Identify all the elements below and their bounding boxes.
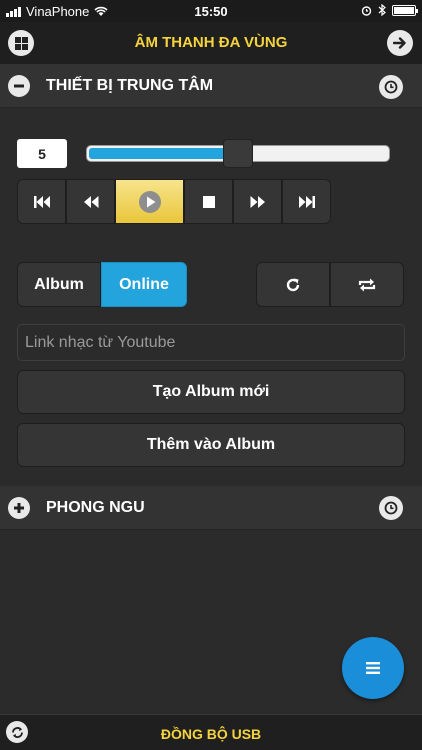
stop-button[interactable] [184,179,233,224]
create-album-button[interactable]: Tạo Album mới [17,370,405,414]
forward-button[interactable] [387,30,413,56]
tab-online[interactable]: Online [101,262,187,307]
collapse-button[interactable] [8,75,30,97]
zone-second-title: PHONG NGU [46,499,145,516]
bottom-bar[interactable]: ĐỒNG BỘ USB [0,714,422,750]
menu-fab[interactable] [342,637,404,699]
volume-slider[interactable] [86,139,390,168]
skip-next-button[interactable] [282,179,331,224]
windows-icon [14,36,28,50]
youtube-link-input[interactable] [17,324,405,361]
refresh-button[interactable] [256,262,330,307]
tab-album[interactable]: Album [17,262,101,307]
expand-button[interactable] [8,497,30,519]
windows-button[interactable] [8,30,34,56]
status-right [361,4,418,16]
zone-second-header[interactable]: PHONG NGU [0,486,422,530]
volume-slider-thumb[interactable] [223,139,253,168]
add-to-album-button[interactable]: Thêm vào Album [17,423,405,467]
usb-sync-label: ĐỒNG BỘ USB [160,726,262,742]
page-title: ÂM THANH ĐA VÙNG [134,34,288,51]
status-bar: VinaPhone 15:50 [0,0,422,22]
volume-slider-fill [89,148,236,159]
battery-icon [392,4,418,16]
refresh-icon [286,278,300,291]
plus-icon [14,503,24,513]
play-icon [138,190,161,213]
clock-icon [384,501,398,515]
fast-forward-icon [250,195,265,208]
zone-main-header[interactable]: THIẾT BỊ TRUNG TÂM [0,64,422,108]
zone-main-title: THIẾT BỊ TRUNG TÂM [46,77,214,94]
bluetooth-icon [378,4,386,16]
arrow-right-icon [393,37,406,49]
top-bar: ÂM THANH ĐA VÙNG [0,22,422,64]
skip-next-icon [298,195,315,208]
repeat-button[interactable] [330,262,404,307]
skip-previous-icon [33,195,50,208]
play-button[interactable] [115,179,184,224]
source-tabs: Album Online [17,262,187,307]
alarm-icon [361,5,372,16]
volume-value[interactable]: 5 [17,139,67,168]
menu-icon [366,662,380,674]
repeat-icon [358,278,376,291]
rewind-button[interactable] [66,179,115,224]
playback-controls [17,179,331,224]
fast-forward-button[interactable] [233,179,282,224]
zone-main-timer-button[interactable] [379,75,403,99]
skip-previous-button[interactable] [17,179,66,224]
clock-icon [384,80,398,94]
zone-second-timer-button[interactable] [379,496,403,520]
repeat-controls [256,262,404,307]
minus-icon [14,84,24,88]
stop-icon [202,195,215,208]
status-time: 15:50 [194,4,228,19]
rewind-icon [83,195,98,208]
